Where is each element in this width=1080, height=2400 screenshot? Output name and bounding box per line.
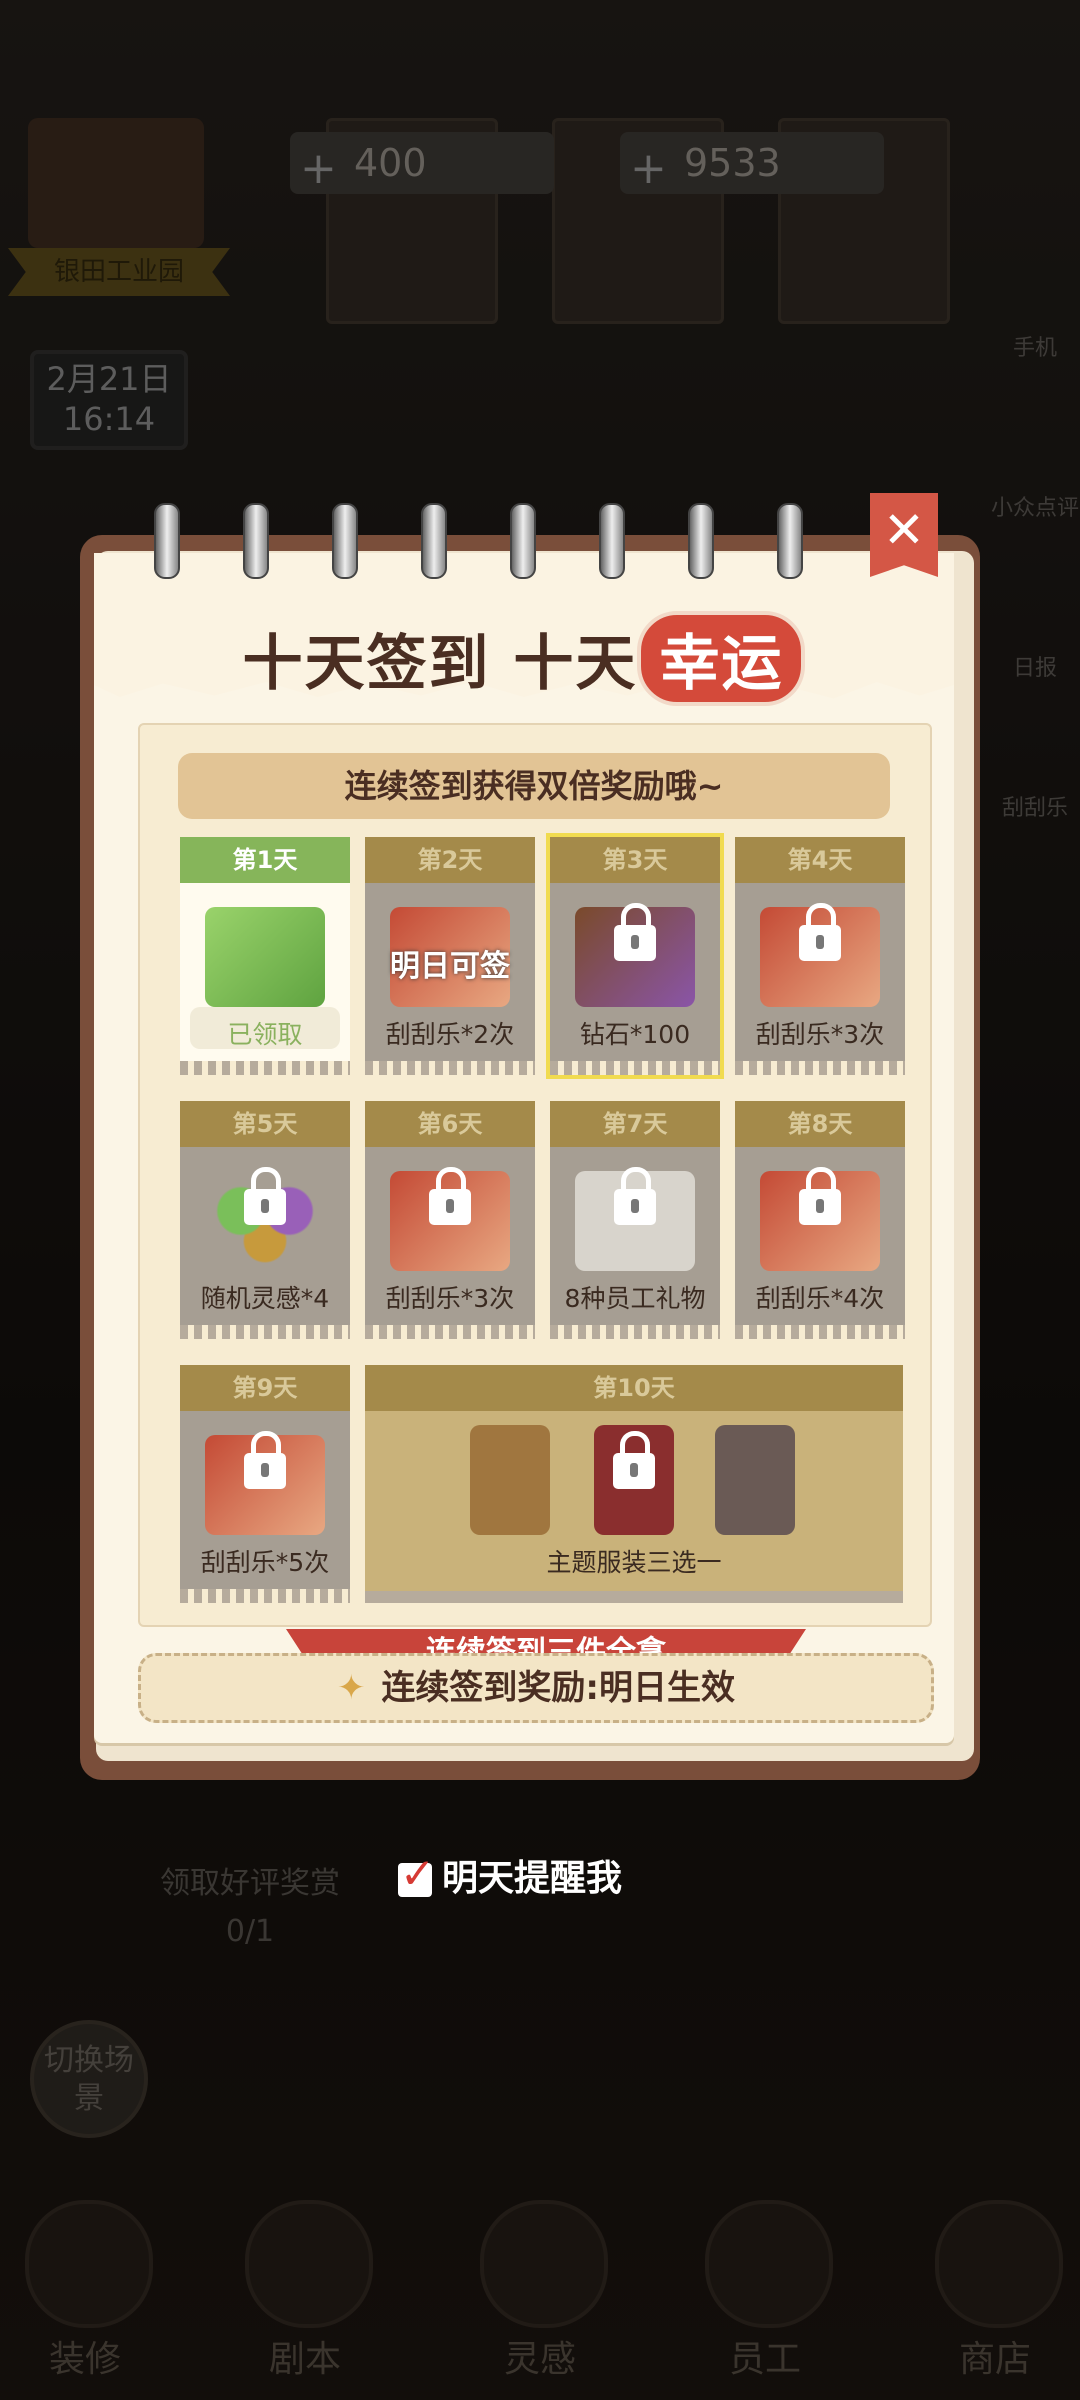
day-card-4[interactable]: 第4天 刮刮乐*3次 [735, 837, 905, 1075]
day-tag: 第7天 [550, 1101, 720, 1147]
binder-ring [154, 503, 180, 579]
reward-subtitle: 连续签到获得双倍奖励哦~ [178, 753, 890, 819]
close-button[interactable]: ✕ [870, 493, 938, 577]
day-tag: 第8天 [735, 1101, 905, 1147]
vest-outfit-icon [715, 1425, 795, 1535]
lock-icon [799, 903, 841, 961]
modal-title: 十天签到 十天 幸运 [94, 611, 954, 706]
card-edge [735, 1325, 905, 1339]
lock-icon [799, 1167, 841, 1225]
day-tag: 第5天 [180, 1101, 350, 1147]
lock-icon [244, 1167, 286, 1225]
card-edge [550, 1061, 720, 1075]
blazer-outfit-icon [470, 1425, 550, 1535]
day-card-2[interactable]: 第2天 明日可签 刮刮乐*2次 [365, 837, 535, 1075]
day-card-9[interactable]: 第9天 刮刮乐*5次 [180, 1365, 350, 1603]
day-label: 刮刮乐*4次 [755, 1284, 885, 1313]
day-card-1: 第1天 已领取 [180, 837, 350, 1075]
day-tag: 第4天 [735, 837, 905, 883]
day-card-7[interactable]: 第7天 8种员工礼物 [550, 1101, 720, 1339]
card-edge [365, 1325, 535, 1339]
day-label: 刮刮乐*3次 [755, 1020, 885, 1049]
day-label: 8种员工礼物 [564, 1284, 706, 1313]
day-label: 已领取 [227, 1020, 303, 1049]
remind-tomorrow-toggle[interactable]: 明天提醒我 [398, 1847, 623, 1906]
sparkle-icon: ✦ [336, 1668, 366, 1708]
binder-ring [510, 503, 536, 579]
streak-bonus-bar: ✦ 连续签到奖励:明日生效 [138, 1653, 934, 1723]
lock-icon [614, 1167, 656, 1225]
binder-ring [421, 503, 447, 579]
title-text: 十天签到 十天 [242, 629, 638, 699]
day-label: 随机灵感*4 [200, 1284, 330, 1313]
binder-ring [243, 503, 269, 579]
binder-ring [777, 503, 803, 579]
day-label: 主题服装三选一 [546, 1548, 722, 1577]
title-lucky-badge: 幸运 [637, 611, 806, 706]
day-label: 钻石*100 [579, 1020, 691, 1049]
remind-label: 明天提醒我 [442, 1858, 623, 1899]
day-tag: 第1天 [180, 837, 350, 883]
card-edge [180, 1061, 350, 1075]
day-card-10[interactable]: 第10天 主题服装三选一 [365, 1365, 903, 1603]
reward-panel: 连续签到获得双倍奖励哦~ 第1天 已领取 第2天 明日可签 刮刮乐*2次 第3天 [138, 723, 932, 1627]
day-tag: 第6天 [365, 1101, 535, 1147]
day-card-3[interactable]: 第3天 钻石*100 [546, 833, 724, 1079]
lock-icon [613, 1431, 655, 1489]
day-label: 刮刮乐*5次 [200, 1548, 330, 1577]
card-edge [180, 1325, 350, 1339]
checkbox-checked-icon[interactable] [398, 1847, 435, 1901]
day-label: 刮刮乐*3次 [385, 1284, 515, 1313]
binder-ring [599, 503, 625, 579]
card-edge [735, 1061, 905, 1075]
close-icon: ✕ [883, 501, 925, 559]
binder-ring [332, 503, 358, 579]
card-edge [365, 1061, 535, 1075]
day-card-5[interactable]: 第5天 随机灵感*4 [180, 1101, 350, 1339]
binder-ring [688, 503, 714, 579]
cash-stack-icon [205, 907, 325, 1007]
day-tag: 第3天 [550, 837, 720, 883]
day-tag: 第9天 [180, 1365, 350, 1411]
notebook-page: 十天签到 十天 幸运 连续签到获得双倍奖励哦~ 第1天 已领取 第2天 明日可签 … [94, 553, 954, 1743]
lock-icon [614, 903, 656, 961]
lock-icon [429, 1167, 471, 1225]
lock-icon [244, 1431, 286, 1489]
day-label: 刮刮乐*2次 [385, 1020, 515, 1049]
bonus-text: 连续签到奖励:明日生效 [381, 1668, 736, 1708]
card-edge [180, 1589, 350, 1603]
day-tag: 第10天 [365, 1365, 903, 1411]
day-card-8[interactable]: 第8天 刮刮乐*4次 [735, 1101, 905, 1339]
card-edge [550, 1325, 720, 1339]
day-card-6[interactable]: 第6天 刮刮乐*3次 [365, 1101, 535, 1339]
day-tag: 第2天 [365, 837, 535, 883]
sign-in-modal: 十天签到 十天 幸运 连续签到获得双倍奖励哦~ 第1天 已领取 第2天 明日可签 … [80, 493, 980, 1780]
tomorrow-overlay: 明日可签 [390, 949, 510, 984]
